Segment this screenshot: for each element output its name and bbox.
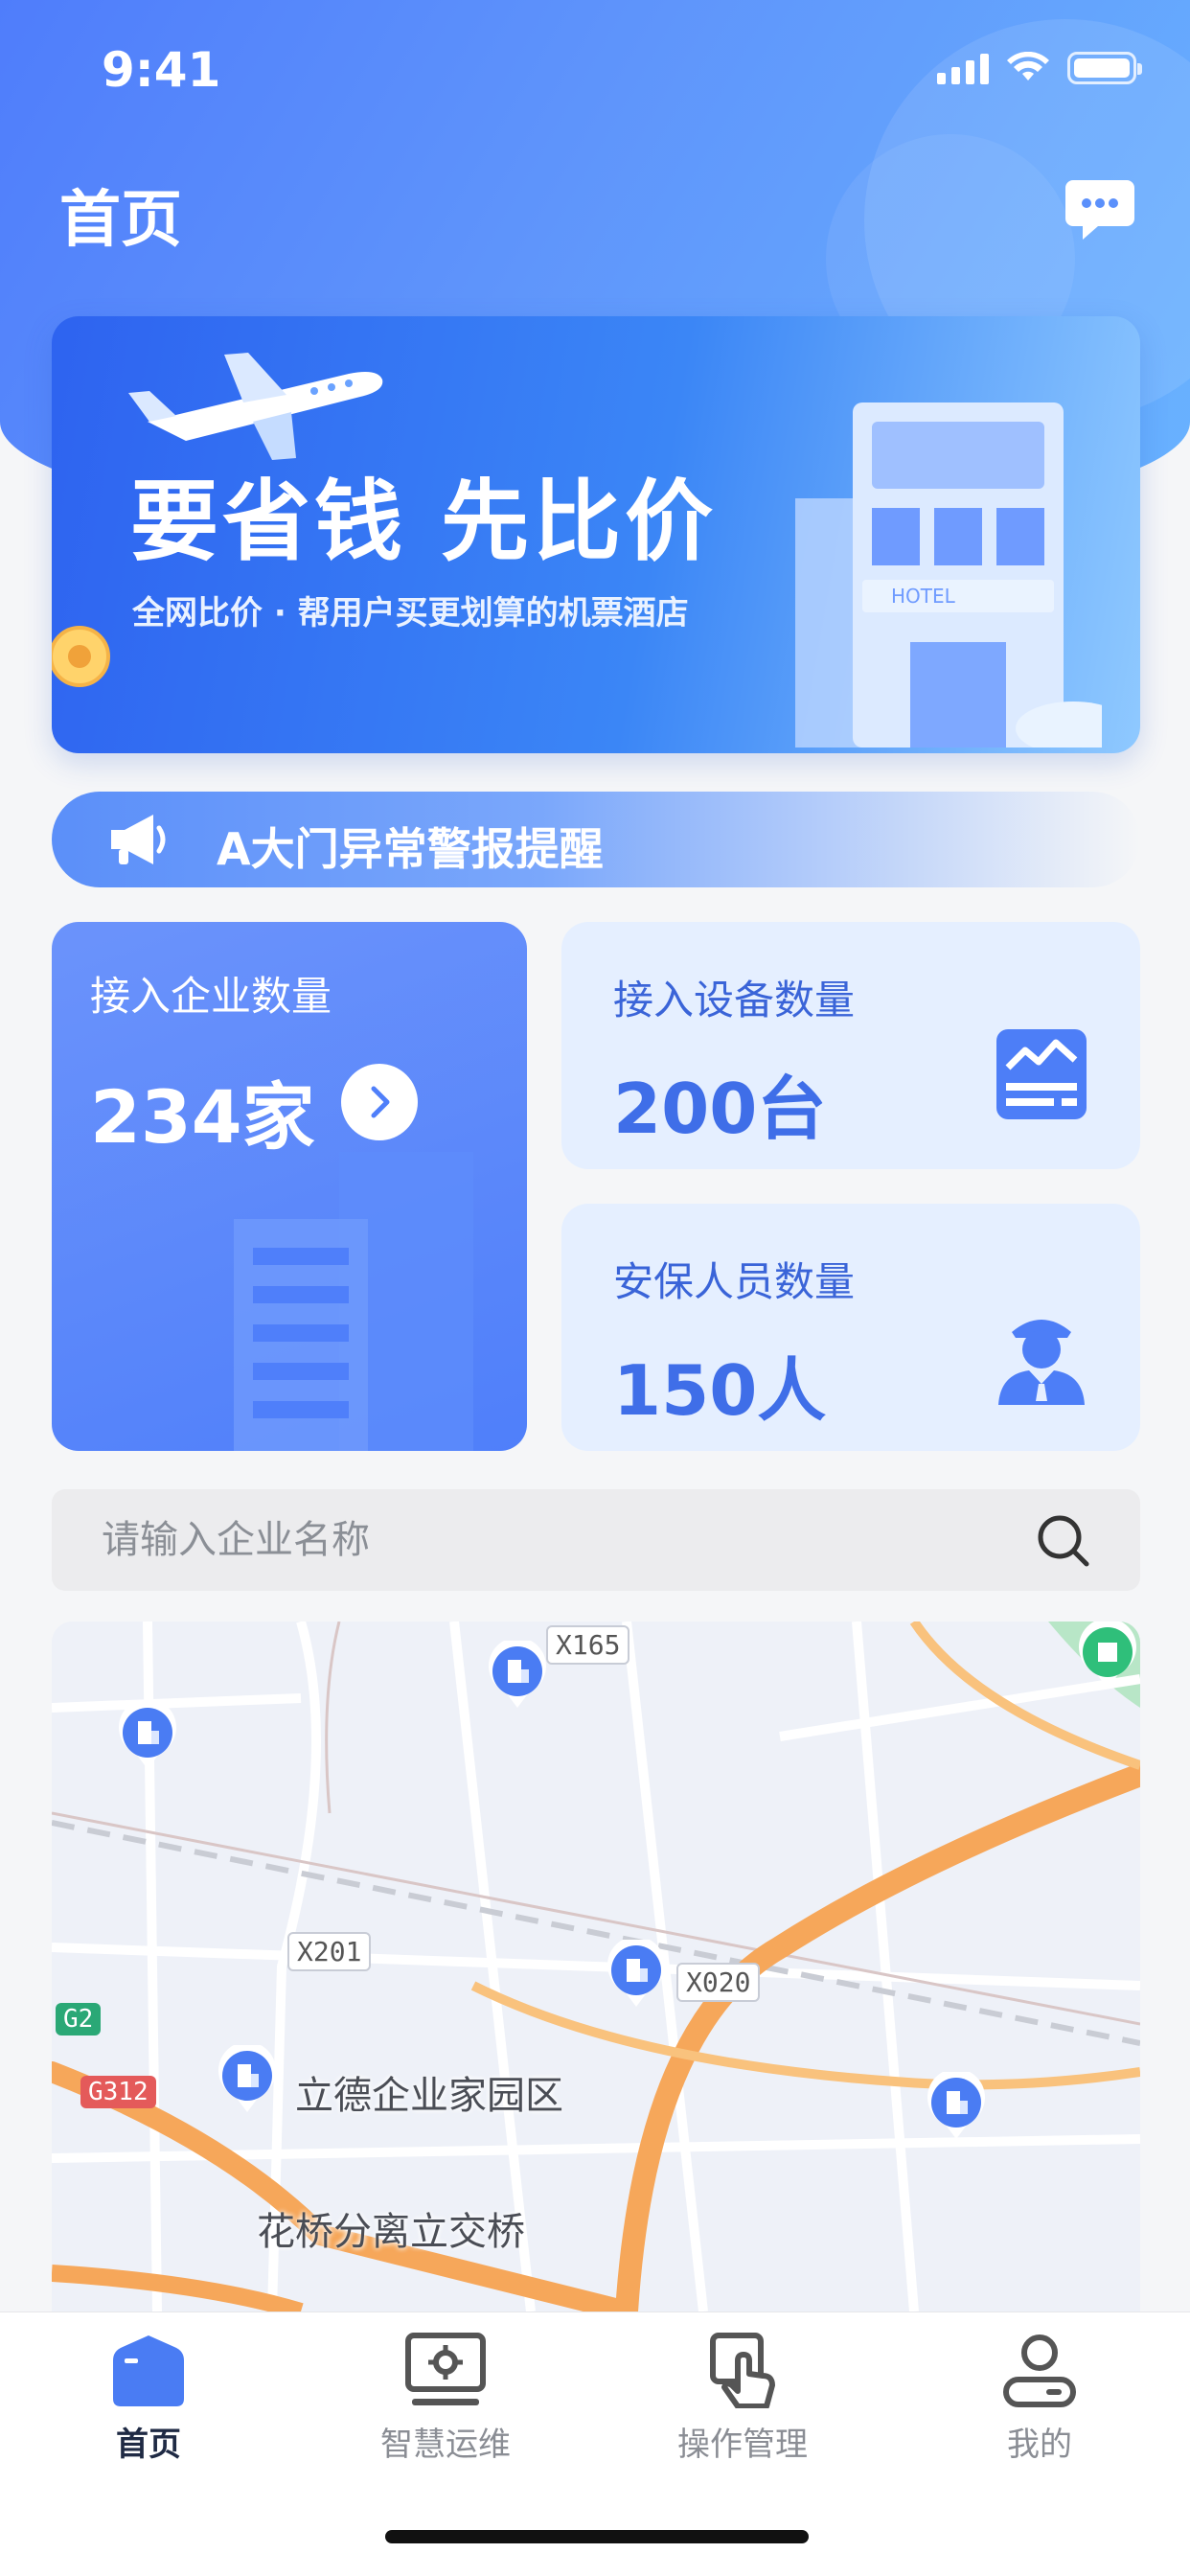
map-view[interactable]: X165 X201 X020 G2 G312 立德企业家园区 花桥分离立交桥	[52, 1622, 1140, 2312]
wifi-icon	[1007, 52, 1049, 80]
map-road-label: X165	[546, 1625, 630, 1665]
status-icons	[937, 52, 1142, 84]
park-pin-icon[interactable]	[1077, 1622, 1138, 1690]
map-highway-label: G2	[56, 2003, 102, 2036]
map-road-label: X020	[676, 1963, 761, 2002]
banner-title: 要省钱 先比价	[130, 471, 718, 573]
alert-text: A大门异常警报提醒	[217, 823, 604, 875]
banner-subtitle: 全网比价 · 帮用户买更划算的机票酒店	[132, 594, 689, 632]
tab-label: 首页	[116, 2426, 181, 2464]
search-icon[interactable]	[1035, 1512, 1092, 1570]
device-count-value: 200台	[613, 1069, 827, 1149]
tab-label: 智慧运维	[380, 2426, 511, 2464]
battery-icon	[1067, 52, 1142, 84]
security-staff-card[interactable]: 安保人员数量 150人	[561, 1204, 1140, 1451]
tab-operations[interactable]: 操作管理	[594, 2324, 891, 2477]
touch-hand-icon	[710, 2333, 775, 2408]
map-highway-label: G312	[80, 2076, 156, 2108]
enterprise-pin-icon[interactable]	[926, 2072, 987, 2141]
enterprise-search-bar[interactable]	[52, 1489, 1140, 1591]
hotel-building-icon: HOTEL	[795, 402, 1102, 748]
security-staff-value: 150人	[613, 1350, 827, 1431]
monitor-gear-icon	[405, 2333, 486, 2405]
promo-banner[interactable]: 要省钱 先比价 全网比价 · 帮用户买更划算的机票酒店 HOTEL	[52, 316, 1140, 753]
enterprise-count-card[interactable]: 接入企业数量 234家	[52, 922, 527, 1451]
hotel-sign: HOTEL	[891, 585, 956, 608]
security-guard-icon	[998, 1320, 1085, 1405]
user-icon	[1003, 2334, 1076, 2407]
map-place-label: 花桥分离立交桥	[257, 2210, 525, 2254]
status-bar: 9:41	[0, 0, 1190, 144]
enterprise-pin-icon[interactable]	[117, 1702, 178, 1771]
coin-icon	[52, 626, 110, 687]
map-place-label: 立德企业家园区	[295, 2074, 563, 2118]
tab-smart-ops[interactable]: 智慧运维	[297, 2324, 594, 2477]
tab-home[interactable]: 首页	[0, 2324, 297, 2477]
tab-label: 我的	[1007, 2426, 1072, 2464]
airplane-icon	[128, 353, 383, 460]
signal-icon	[937, 52, 989, 84]
map-roads	[52, 1622, 1140, 2312]
map-road-label: X201	[287, 1932, 372, 1971]
device-monitor-icon	[996, 1029, 1087, 1119]
enterprise-count-value: 234家	[90, 1074, 315, 1160]
alert-bar[interactable]: A大门异常警报提醒	[52, 792, 1140, 887]
enterprise-pin-icon[interactable]	[217, 2045, 278, 2114]
status-time: 9:41	[102, 42, 221, 98]
enterprise-detail-button[interactable]	[341, 1064, 418, 1140]
chevron-right-icon	[371, 1086, 390, 1118]
search-input[interactable]	[102, 1489, 964, 1591]
device-count-label: 接入设备数量	[613, 977, 856, 1024]
message-icon[interactable]	[1064, 176, 1136, 243]
enterprise-pin-icon[interactable]	[487, 1641, 548, 1710]
enterprise-count-label: 接入企业数量	[90, 973, 332, 1020]
home-indicator	[385, 2530, 809, 2543]
tab-label: 操作管理	[677, 2426, 808, 2464]
building-icon	[234, 1152, 473, 1451]
security-staff-label: 安保人员数量	[613, 1258, 856, 1305]
device-count-card[interactable]: 接入设备数量 200台	[561, 922, 1140, 1169]
tab-profile[interactable]: 我的	[891, 2324, 1188, 2477]
megaphone-icon	[111, 815, 166, 864]
page-title: 首页	[59, 185, 182, 256]
home-icon	[113, 2335, 184, 2406]
enterprise-pin-icon[interactable]	[606, 1940, 667, 2009]
